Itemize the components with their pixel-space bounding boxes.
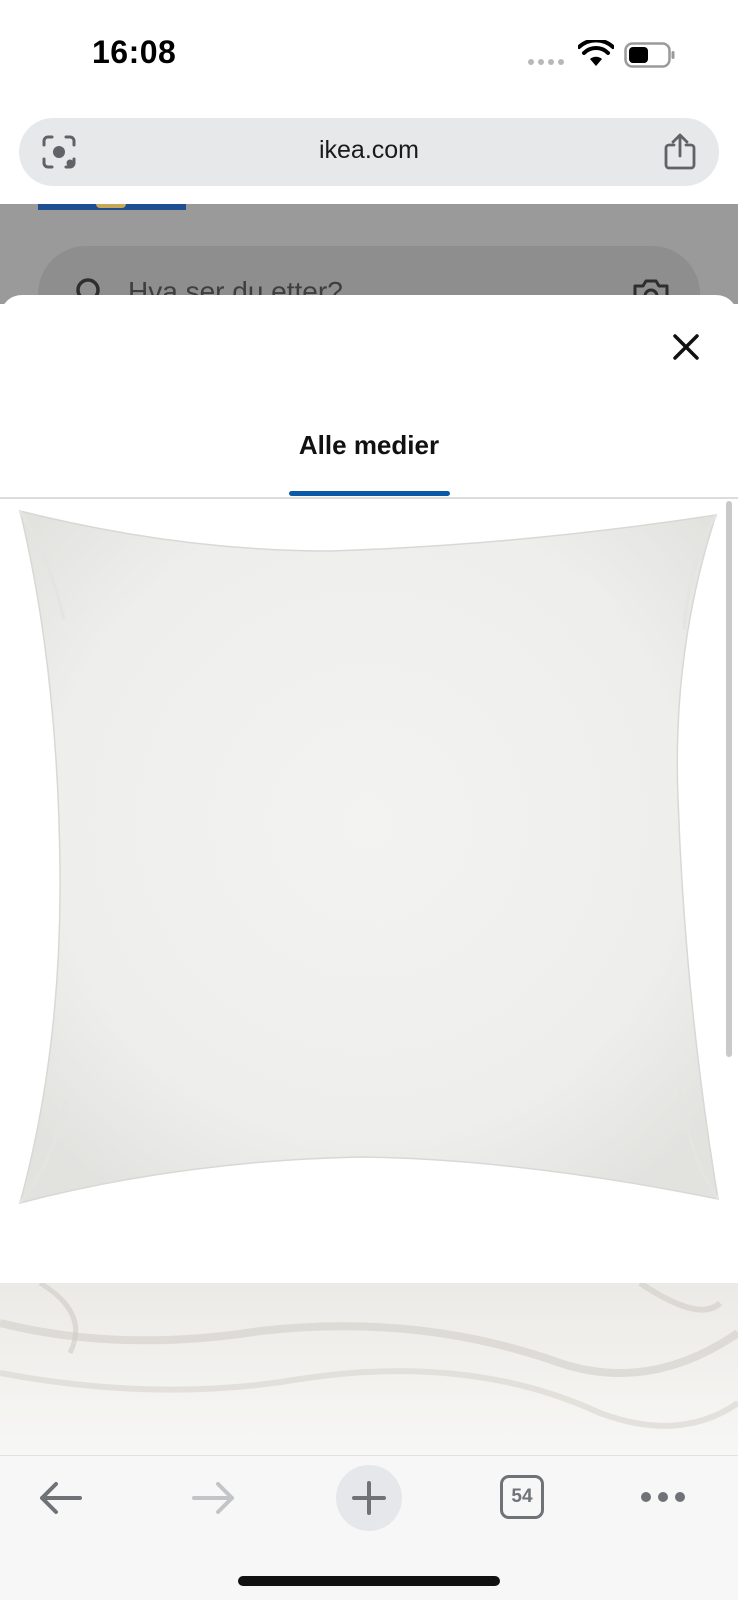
close-icon[interactable]	[672, 333, 700, 361]
battery-icon	[624, 42, 675, 68]
tab-selected-indicator	[289, 491, 450, 496]
media-sheet: Alle medier	[0, 295, 738, 1455]
tab-switcher-button[interactable]: 54	[500, 1475, 544, 1519]
pillow-lifestyle-image	[0, 1283, 738, 1455]
close-button[interactable]	[664, 325, 708, 369]
page-backdrop: Hva ser du etter?	[0, 204, 738, 304]
media-image-pillow[interactable]	[0, 499, 738, 1239]
home-indicator	[238, 1576, 500, 1586]
more-options-icon[interactable]	[640, 1482, 686, 1512]
address-bar[interactable]: ikea.com	[19, 118, 719, 186]
url-text[interactable]: ikea.com	[19, 136, 719, 165]
tab-all-media[interactable]: Alle medier	[0, 430, 738, 461]
cellular-signal-icon	[528, 59, 564, 65]
status-time: 16:08	[92, 34, 177, 70]
status-bar: 16:08	[0, 0, 738, 110]
plus-icon	[352, 1481, 386, 1515]
browser-toolbar: 54	[0, 1455, 738, 1600]
scrollbar[interactable]	[726, 501, 732, 1057]
media-image-lifestyle[interactable]	[0, 1283, 738, 1455]
tab-count: 54	[511, 1486, 533, 1507]
pillow-product-image	[18, 509, 720, 1205]
back-arrow-icon[interactable]	[36, 1476, 84, 1520]
share-icon[interactable]	[663, 132, 697, 170]
forward-arrow-icon[interactable]	[190, 1476, 238, 1520]
new-tab-button[interactable]	[336, 1465, 402, 1531]
ikea-logo	[38, 204, 186, 210]
wifi-icon	[578, 40, 614, 66]
